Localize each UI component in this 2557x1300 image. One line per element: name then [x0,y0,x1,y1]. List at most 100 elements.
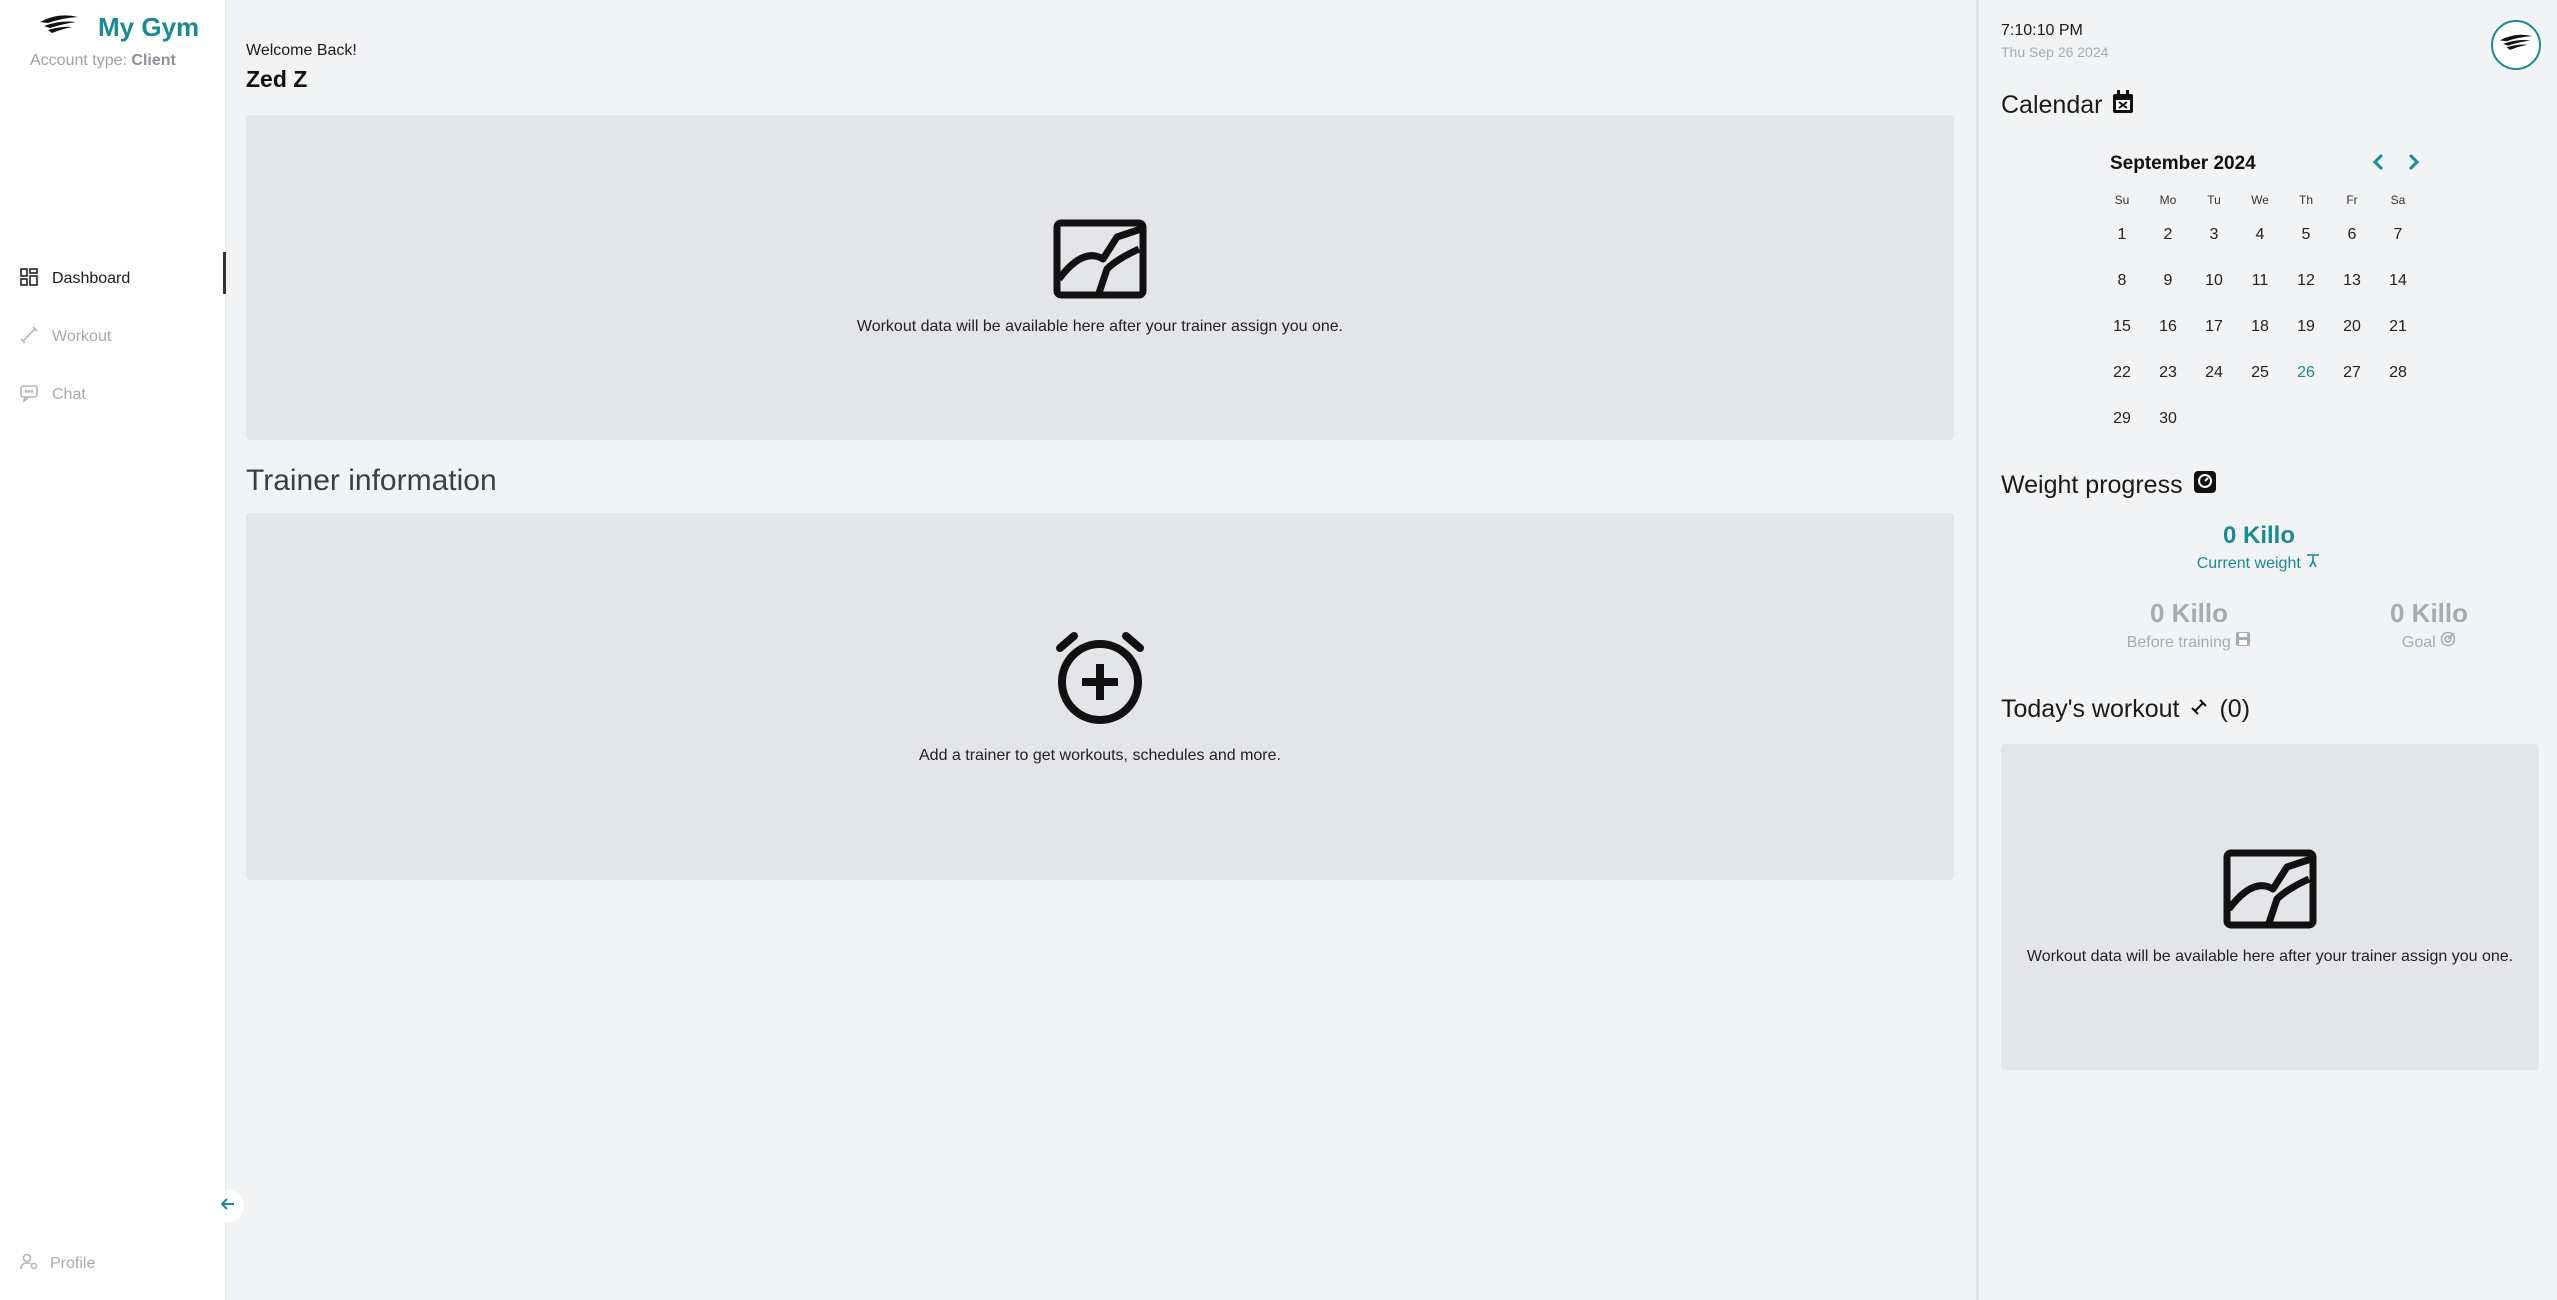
weight-progress-title: Weight progress [2001,470,2217,501]
calendar-day[interactable]: 6 [2329,212,2375,258]
chat-icon [20,384,38,407]
calendar-day[interactable]: 19 [2283,304,2329,350]
avatar[interactable] [2491,20,2541,70]
sidebar-item-workout[interactable]: Workout [0,308,226,366]
calendar-day[interactable]: 16 [2145,304,2191,350]
add-alarm-icon [1052,628,1148,733]
target-icon [2440,631,2456,651]
calendar-day[interactable]: 28 [2375,350,2421,396]
current-weight-label: Current weight [1979,552,2539,573]
workout-data-panel: Workout data will be available here afte… [246,115,1954,440]
calendar-day[interactable]: 18 [2237,304,2283,350]
weight-progress-title-text: Weight progress [2001,471,2183,499]
calendar-x-icon [2112,90,2134,121]
calendar-day[interactable]: 8 [2099,258,2145,304]
welcome-text: Welcome Back! [246,42,357,59]
sidebar-item-label: Dashboard [52,270,131,287]
calendar-day[interactable]: 21 [2375,304,2421,350]
account-type: Account type: Client [30,52,176,70]
chevron-left-icon[interactable] [2371,151,2385,177]
calendar-header: September 2024 [2099,148,2425,180]
todays-workout-title-text: Today's workout [2001,695,2180,723]
dumbbell-icon [2189,695,2209,724]
calendar-day[interactable]: 10 [2191,258,2237,304]
calendar-day[interactable]: 30 [2145,396,2191,442]
arrow-left-icon [220,1196,236,1217]
profile-label: Profile [50,1254,96,1272]
trainer-empty-message: Add a trainer to get workouts, schedules… [919,747,1281,764]
person-weight-icon [2305,554,2321,572]
todays-workout-panel: Workout data will be available here afte… [2001,744,2539,1070]
calendar-day[interactable]: 11 [2237,258,2283,304]
calendar-day[interactable]: 4 [2237,212,2283,258]
calendar-day[interactable]: 13 [2329,258,2375,304]
calendar-weekday: Sa [2390,193,2406,207]
calendar-title: Calendar [2001,90,2134,121]
calendar-day[interactable]: 12 [2283,258,2329,304]
calendar-day[interactable]: 25 [2237,350,2283,396]
sidebar-nav: Dashboard Workout Chat [0,250,226,424]
calendar-weekday: Tu [2207,193,2221,207]
calendar-month: September 2024 [2110,153,2256,174]
calendar-grid: Su Mo Tu We Th Fr Sa 1 2 3 4 5 6 7 8 9 10 11 12 13 14 15 16 17 1… [2099,188,2425,442]
before-weight-label-text: Before training [2126,634,2231,651]
calendar-day[interactable]: 20 [2329,304,2375,350]
wing-logo-icon [2498,32,2534,59]
scale-icon [2193,470,2217,501]
calendar-day-today[interactable]: 26 [2283,350,2329,396]
sidebar-item-chat[interactable]: Chat [0,366,226,424]
calendar-weekday: We [2251,193,2269,207]
save-icon [2235,632,2251,651]
calendar-day[interactable]: 14 [2375,258,2421,304]
goal-weight-value: 0 Killo [2389,598,2468,628]
calendar-day[interactable]: 9 [2145,258,2191,304]
workout-icon [20,325,38,349]
todays-workout-count: (0) [2219,695,2251,723]
calendar-day[interactable]: 29 [2099,396,2145,442]
clock-time: 7:10:10 PM [2001,22,2083,39]
trainer-info-panel[interactable]: Add a trainer to get workouts, schedules… [246,513,1954,880]
calendar-weekday: Su [2114,193,2130,207]
calendar-day[interactable]: 15 [2099,304,2145,350]
wing-logo-icon [38,14,80,41]
dashboard-icon [20,267,38,291]
before-weight-label: Before training [2089,631,2289,652]
sidebar-item-profile[interactable]: Profile [20,1252,95,1275]
brand[interactable]: My Gym [38,12,199,43]
calendar-weekday: Th [2298,193,2313,207]
account-type-label: Account type: [30,52,127,69]
sidebar-item-label: Workout [52,328,112,345]
chevron-right-icon[interactable] [2407,151,2421,177]
todays-workout-title: Today's workout (0) [2001,695,2250,724]
calendar: September 2024 Su Mo Tu We Th Fr Sa 1 2 3 4 5 6 7 8 9 10… [2099,148,2425,442]
collapse-sidebar-button[interactable] [212,1190,244,1222]
calendar-day[interactable]: 27 [2329,350,2375,396]
trainer-section-title: Trainer information [246,464,497,497]
calendar-day[interactable]: 1 [2099,212,2145,258]
calendar-day[interactable]: 22 [2099,350,2145,396]
workout-empty-message: Workout data will be available here afte… [856,318,1344,335]
profile-icon [20,1252,38,1275]
calendar-day[interactable]: 7 [2375,212,2421,258]
calendar-day[interactable]: 2 [2145,212,2191,258]
image-placeholder-icon [1053,219,1147,304]
current-date: Thu Sep 26 2024 [2001,44,2109,60]
before-training-weight: 0 Killo Before training [2089,598,2289,652]
calendar-weekday: Mo [2159,193,2177,207]
app-name: My Gym [98,12,200,42]
calendar-day[interactable]: 5 [2283,212,2329,258]
goal-weight-label-text: Goal [2401,634,2436,651]
current-weight-value: 0 Killo [2222,522,2295,549]
calendar-day[interactable]: 3 [2191,212,2237,258]
account-type-value: Client [131,52,176,69]
image-placeholder-icon [2223,849,2317,934]
todays-workout-empty-message: Workout data will be available here afte… [2026,947,2514,965]
goal-weight-label: Goal [2329,631,2529,652]
goal-weight: 0 Killo Goal [2329,598,2529,652]
current-weight: 0 Killo Current weight [1979,522,2539,573]
calendar-title-text: Calendar [2001,91,2103,119]
calendar-day[interactable]: 24 [2191,350,2237,396]
calendar-day[interactable]: 23 [2145,350,2191,396]
sidebar-item-dashboard[interactable]: Dashboard [0,250,226,308]
calendar-day[interactable]: 17 [2191,304,2237,350]
